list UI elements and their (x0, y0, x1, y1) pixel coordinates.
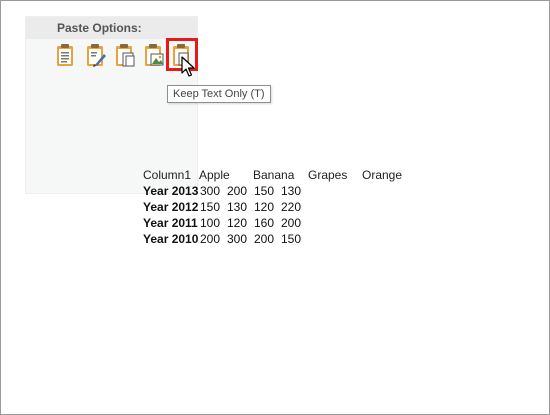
keep-source-formatting-button[interactable] (54, 42, 78, 68)
row-label: Year 2010 (143, 232, 199, 246)
value-cell: 160 (254, 216, 275, 230)
header-cell: Apple (199, 168, 230, 182)
merge-formatting-button[interactable] (84, 42, 108, 68)
value-cell: 220 (281, 200, 302, 214)
value-cell: 120 (254, 200, 275, 214)
paste-picture-button[interactable] (142, 42, 166, 68)
header-cell: Grapes (308, 168, 348, 182)
clipboard-pages-icon (116, 44, 135, 67)
value-cell: 100 (200, 216, 221, 230)
header-cell: Banana (253, 168, 295, 182)
mouse-pointer-icon (181, 56, 195, 77)
row-label: Year 2012 (143, 200, 199, 214)
clipboard-brush-icon (87, 44, 106, 67)
row-label: Year 2013 (143, 184, 199, 198)
value-cell: 150 (200, 200, 221, 214)
row-label: Year 2011 (143, 216, 198, 230)
value-cell: 300 (200, 184, 221, 198)
value-cell: 200 (281, 216, 302, 230)
clipboard-picture-icon (145, 44, 164, 66)
value-cell: 130 (281, 184, 302, 198)
keep-text-only-tooltip: Keep Text Only (T) (167, 85, 271, 103)
clipboard-icon (57, 44, 73, 66)
value-cell: 200 (254, 232, 275, 246)
value-cell: 200 (200, 232, 221, 246)
value-cell: 200 (227, 184, 248, 198)
use-destination-styles-button[interactable] (113, 42, 137, 68)
value-cell: 300 (227, 232, 248, 246)
paste-options-title: Paste Options: (57, 21, 142, 35)
value-cell: 150 (254, 184, 275, 198)
value-cell: 150 (281, 232, 302, 246)
header-cell: Orange (362, 168, 403, 182)
value-cell: 130 (227, 200, 248, 214)
header-cell: Column1 (143, 168, 192, 182)
value-cell: 120 (227, 216, 248, 230)
